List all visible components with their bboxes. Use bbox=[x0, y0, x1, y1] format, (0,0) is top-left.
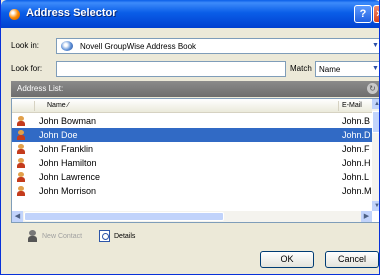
ok-button[interactable]: OK bbox=[260, 251, 314, 268]
address-list[interactable]: Name ⁄ E-Mail John Bowman John.B John Do… bbox=[11, 98, 379, 223]
list-header: Name ⁄ E-Mail bbox=[12, 99, 379, 113]
address-selector-window: Address Selector ? × Look in: Novell Gro… bbox=[0, 0, 380, 275]
list-item[interactable]: John Franklin John.F bbox=[12, 142, 379, 156]
scroll-left-icon[interactable]: ◀ bbox=[12, 211, 23, 222]
list-item[interactable]: John Hamilton John.H bbox=[12, 156, 379, 170]
horizontal-scrollbar[interactable]: ◀ ▶ bbox=[12, 211, 372, 222]
column-separator bbox=[338, 101, 339, 111]
contact-icon bbox=[17, 158, 25, 168]
lookin-combo[interactable]: Novell GroupWise Address Book ▼ bbox=[56, 38, 379, 54]
horizontal-scroll-thumb[interactable] bbox=[24, 212, 224, 221]
new-contact-label: New Contact bbox=[42, 233, 83, 240]
contact-icon bbox=[17, 144, 25, 154]
new-contact-icon bbox=[27, 230, 38, 242]
close-button[interactable]: × bbox=[373, 5, 379, 23]
match-label: Match bbox=[290, 64, 312, 73]
column-header-email[interactable]: E-Mail bbox=[342, 102, 362, 109]
list-item[interactable]: John Bowman John.B bbox=[12, 114, 379, 128]
contact-icon bbox=[17, 186, 25, 196]
contact-icon bbox=[17, 130, 25, 140]
lookfor-input[interactable] bbox=[56, 61, 286, 77]
match-combo[interactable]: Name ▼ bbox=[315, 61, 379, 77]
chevron-down-icon[interactable]: ▼ bbox=[372, 65, 379, 72]
cancel-button[interactable]: Cancel bbox=[325, 251, 379, 268]
lookin-value: Novell GroupWise Address Book bbox=[80, 42, 197, 51]
contact-icon bbox=[17, 172, 25, 182]
scroll-down-icon[interactable]: ▼ bbox=[372, 201, 379, 211]
help-button[interactable]: ? bbox=[354, 5, 372, 23]
address-book-icon bbox=[61, 41, 73, 51]
refresh-icon[interactable]: ↻ bbox=[367, 83, 378, 94]
contact-icon bbox=[17, 116, 25, 126]
new-contact-button[interactable]: New Contact bbox=[27, 230, 97, 244]
column-header-name[interactable]: Name ⁄ bbox=[47, 102, 69, 109]
groupwise-icon bbox=[9, 9, 20, 20]
sort-ascending-icon: ⁄ bbox=[67, 102, 69, 109]
vertical-scrollbar[interactable]: ▲ ▼ bbox=[372, 99, 379, 211]
window-title: Address Selector bbox=[26, 7, 117, 19]
address-list-label: Address List: bbox=[17, 84, 64, 93]
details-button[interactable]: Details bbox=[99, 230, 149, 244]
list-item-selected[interactable]: John Doe John.D bbox=[12, 128, 379, 142]
list-item[interactable]: John Morrison John.M bbox=[12, 184, 379, 198]
lookfor-label: Look for: bbox=[11, 64, 43, 73]
title-bar[interactable]: Address Selector ? × bbox=[1, 0, 379, 28]
column-separator bbox=[34, 101, 35, 111]
list-item[interactable]: John Lawrence John.L bbox=[12, 170, 379, 184]
lookin-label: Look in: bbox=[11, 41, 40, 50]
vertical-scroll-thumb[interactable] bbox=[372, 111, 379, 133]
match-value: Name bbox=[319, 65, 341, 74]
details-label: Details bbox=[114, 233, 136, 240]
scroll-right-icon[interactable]: ▶ bbox=[361, 211, 372, 222]
chevron-down-icon[interactable]: ▼ bbox=[372, 42, 379, 49]
scroll-up-icon[interactable]: ▲ bbox=[372, 99, 379, 109]
details-icon bbox=[99, 230, 110, 242]
address-list-bar: Address List: ↻ bbox=[11, 81, 379, 97]
